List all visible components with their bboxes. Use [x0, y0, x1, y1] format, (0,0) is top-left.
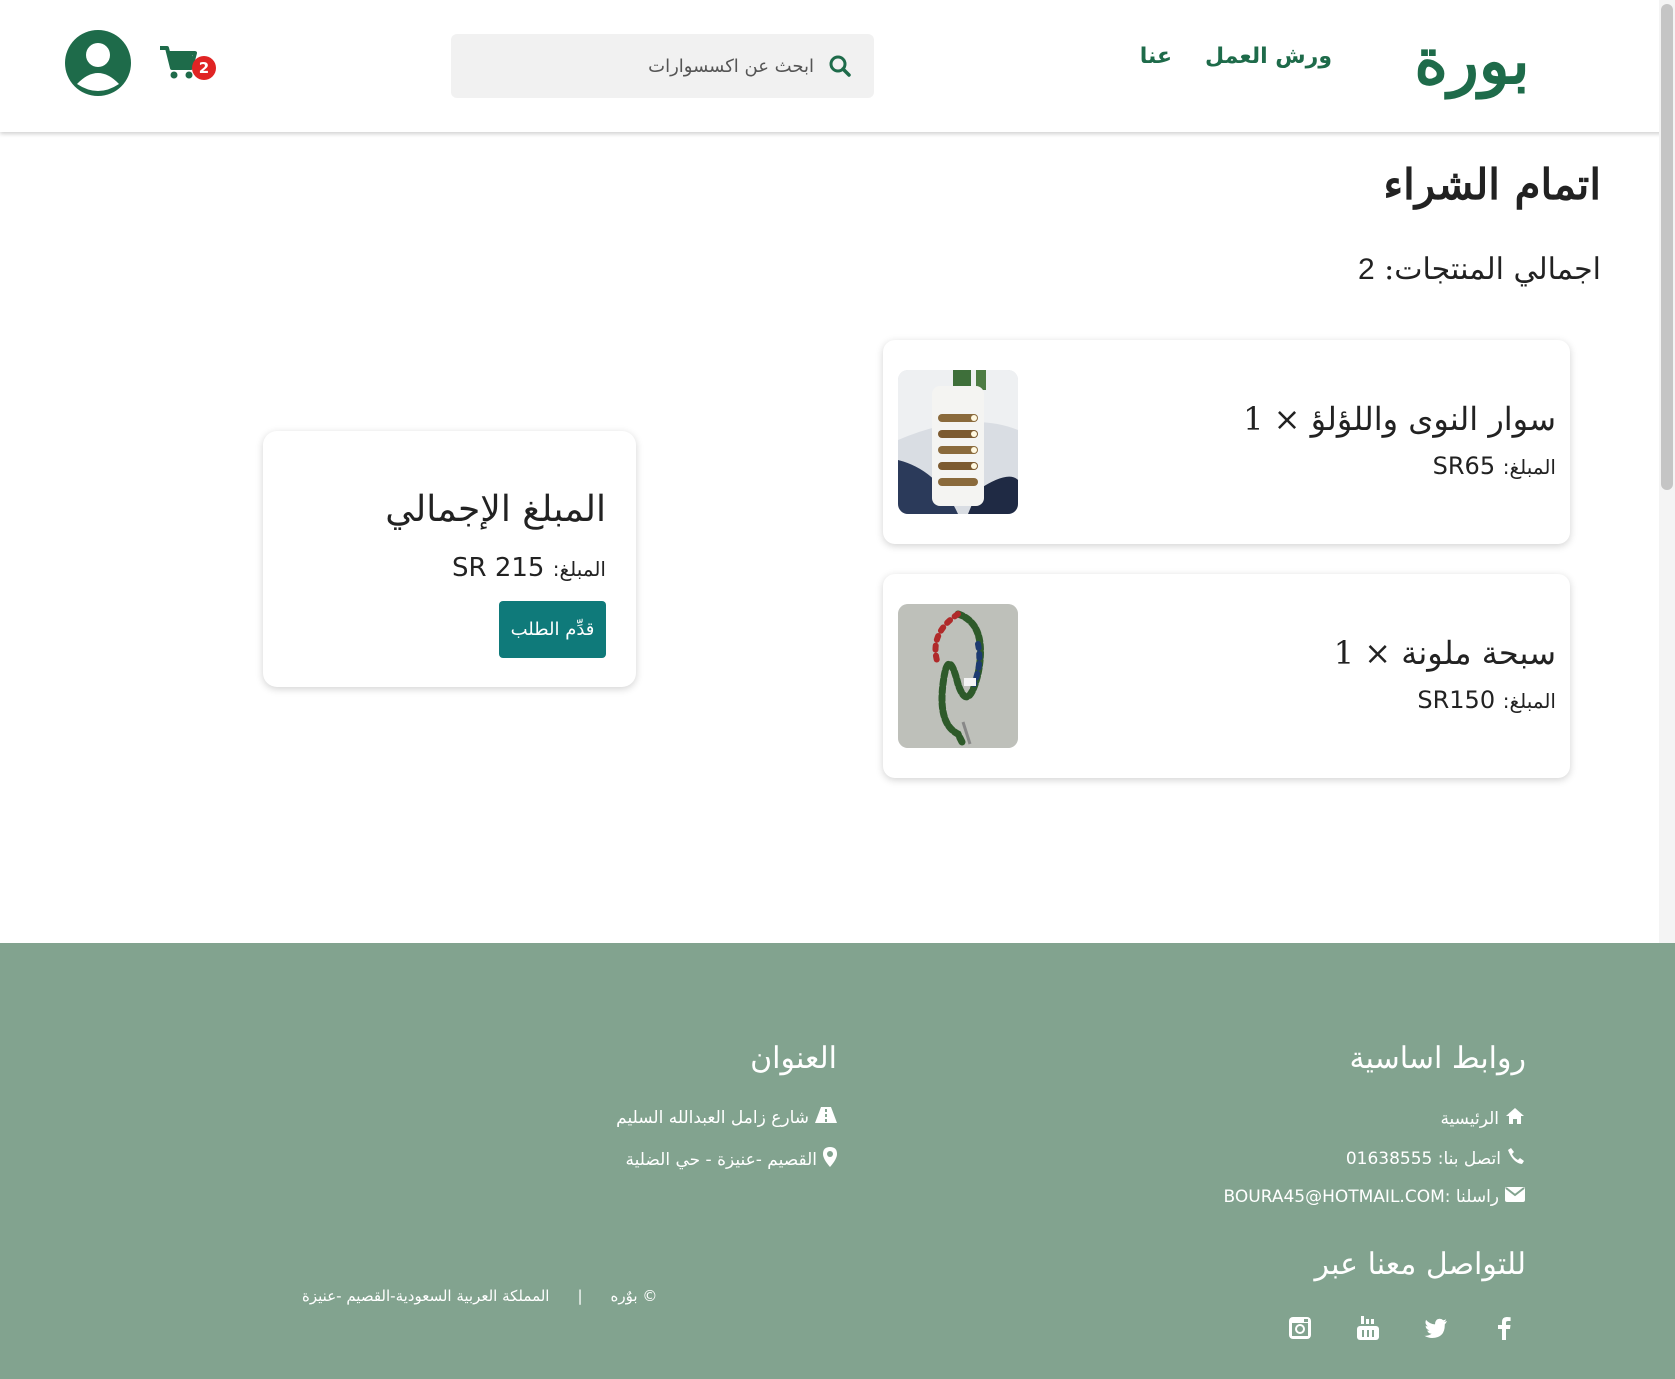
- footer-street-label: شارع زامل العبدالله السليم: [616, 1107, 809, 1128]
- submit-order-button[interactable]: قدِّم الطلب: [499, 601, 606, 658]
- footer-home-label: الرئيسية: [1440, 1108, 1499, 1129]
- product-image[interactable]: [898, 604, 1018, 748]
- footer-phone: اتصل بنا: 01638555: [1346, 1147, 1525, 1170]
- twitter-icon[interactable]: [1423, 1315, 1449, 1341]
- map-marker-icon: [823, 1147, 837, 1172]
- footer-address-title: العنوان: [750, 1041, 837, 1076]
- item-price-label: المبلغ:: [1502, 689, 1556, 713]
- site-logo[interactable]: بورة: [1408, 22, 1536, 102]
- site-header: بورة ورش العمل عنا 2: [0, 0, 1675, 132]
- nav-link-workshops[interactable]: ورش العمل: [1205, 44, 1332, 69]
- footer-area: القصيم -عنيزة - حي الضلية: [626, 1147, 837, 1172]
- envelope-icon: [1505, 1187, 1525, 1207]
- copyright-separator: |: [577, 1287, 583, 1305]
- instagram-icon[interactable]: [1287, 1315, 1313, 1341]
- total-products: اجمالي المنتجات: 2: [1358, 252, 1601, 287]
- cart-item-card: سبحة ملونة × 1 المبلغ: SR150: [883, 574, 1570, 778]
- search-icon[interactable]: [828, 54, 852, 78]
- footer-area-label: القصيم -عنيزة - حي الضلية: [625, 1149, 817, 1170]
- item-price: المبلغ: SR150: [1417, 686, 1556, 714]
- footer-email-label: راسلنا :BOURA45@HOTMAIL.COM: [1223, 1187, 1499, 1207]
- footer-social-title: للتواصل معنا عبر: [1314, 1247, 1526, 1282]
- copyright-name: © بوٌره: [610, 1287, 658, 1305]
- summary-title: المبلغ الإجمالي: [385, 489, 606, 530]
- account-button[interactable]: [63, 28, 133, 98]
- youtube-icon[interactable]: [1355, 1315, 1381, 1341]
- search-box: [451, 34, 874, 98]
- road-icon: [815, 1107, 837, 1128]
- phone-icon: [1507, 1147, 1525, 1170]
- footer-phone-label: اتصل بنا: 01638555: [1345, 1148, 1501, 1169]
- summary-amount-value: SR 215: [452, 553, 545, 583]
- copyright-location: المملكة العربية السعودية-القصيم -عنيزة: [302, 1287, 550, 1305]
- scrollbar-thumb[interactable]: [1661, 4, 1673, 490]
- item-name: سوار النوى واللؤلؤ × 1: [1243, 400, 1556, 438]
- item-price-value: SR150: [1417, 686, 1496, 714]
- summary-amount-label: المبلغ:: [552, 557, 606, 581]
- footer-link-home[interactable]: الرئيسية: [1440, 1107, 1525, 1130]
- cart-item-card: سوار النوى واللؤلؤ × 1 المبلغ: SR65: [883, 340, 1570, 544]
- search-input[interactable]: [484, 46, 814, 86]
- footer-email: راسلنا :BOURA45@HOTMAIL.COM: [1224, 1187, 1525, 1207]
- footer-links-title: روابط اساسية: [1349, 1041, 1526, 1076]
- summary-amount: المبلغ: SR 215: [452, 553, 606, 583]
- social-icons: [1267, 1315, 1517, 1345]
- total-products-label: اجمالي المنتجات:: [1384, 252, 1601, 287]
- item-name: سبحة ملونة × 1: [1333, 634, 1556, 672]
- site-footer: روابط اساسية الرئيسية اتصل بنا: 01638555…: [0, 943, 1675, 1379]
- product-image[interactable]: [898, 370, 1018, 514]
- copyright-line: © بوٌره | المملكة العربية السعودية-القصي…: [302, 1287, 657, 1305]
- page-title: اتمام الشراء: [1383, 160, 1601, 209]
- user-avatar-icon: [63, 30, 133, 102]
- item-price-value: SR65: [1432, 452, 1496, 480]
- order-summary-card: المبلغ الإجمالي المبلغ: SR 215 قدِّم الط…: [263, 431, 636, 687]
- nav-link-about[interactable]: عنا: [1140, 44, 1172, 69]
- footer-street: شارع زامل العبدالله السليم: [616, 1107, 837, 1128]
- cart-count-badge: 2: [192, 56, 216, 80]
- item-price-label: المبلغ:: [1502, 455, 1556, 479]
- facebook-icon[interactable]: [1491, 1315, 1517, 1341]
- home-icon: [1505, 1107, 1525, 1130]
- total-products-value: 2: [1357, 253, 1375, 286]
- item-price: المبلغ: SR65: [1433, 452, 1556, 480]
- cart-button[interactable]: 2: [158, 42, 220, 88]
